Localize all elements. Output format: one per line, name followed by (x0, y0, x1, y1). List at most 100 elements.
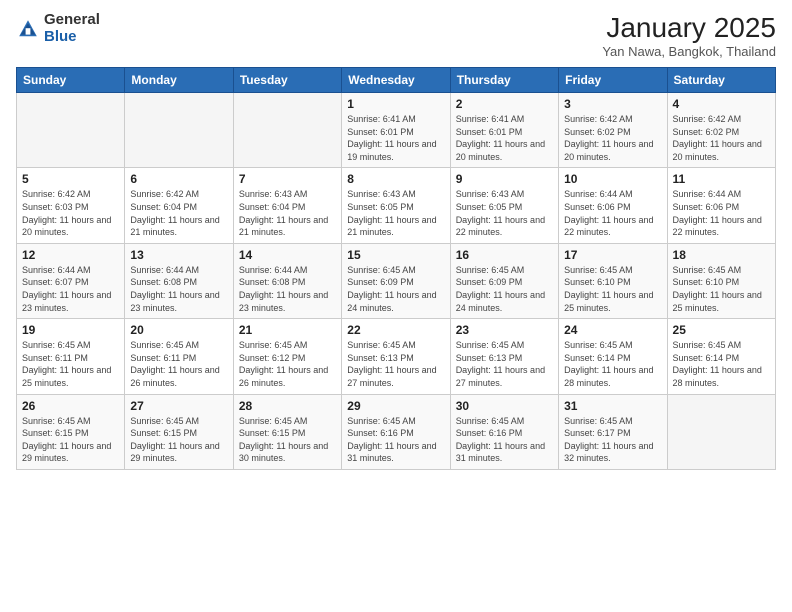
day-detail: Sunrise: 6:44 AM Sunset: 6:08 PM Dayligh… (239, 264, 336, 314)
logo-general-text: General (44, 12, 100, 29)
title-location: Yan Nawa, Bangkok, Thailand (602, 44, 776, 59)
day-detail: Sunrise: 6:45 AM Sunset: 6:10 PM Dayligh… (564, 264, 661, 314)
day-detail: Sunrise: 6:43 AM Sunset: 6:04 PM Dayligh… (239, 188, 336, 238)
calendar-cell: 26 Sunrise: 6:45 AM Sunset: 6:15 PM Dayli… (17, 394, 125, 469)
calendar-cell (125, 93, 233, 168)
calendar-week-5: 26 Sunrise: 6:45 AM Sunset: 6:15 PM Dayli… (17, 394, 776, 469)
calendar-cell: 2 Sunrise: 6:41 AM Sunset: 6:01 PM Daylig… (450, 93, 558, 168)
day-detail: Sunrise: 6:45 AM Sunset: 6:09 PM Dayligh… (347, 264, 444, 314)
day-number: 6 (130, 172, 227, 186)
day-detail: Sunrise: 6:45 AM Sunset: 6:15 PM Dayligh… (22, 415, 119, 465)
day-detail: Sunrise: 6:44 AM Sunset: 6:07 PM Dayligh… (22, 264, 119, 314)
day-number: 19 (22, 323, 119, 337)
day-number: 25 (673, 323, 770, 337)
calendar-cell: 1 Sunrise: 6:41 AM Sunset: 6:01 PM Daylig… (342, 93, 450, 168)
day-number: 4 (673, 97, 770, 111)
calendar-table: SundayMondayTuesdayWednesdayThursdayFrid… (16, 67, 776, 470)
day-detail: Sunrise: 6:42 AM Sunset: 6:02 PM Dayligh… (673, 113, 770, 163)
weekday-header-monday: Monday (125, 68, 233, 93)
weekday-header-tuesday: Tuesday (233, 68, 341, 93)
calendar-cell: 8 Sunrise: 6:43 AM Sunset: 6:05 PM Daylig… (342, 168, 450, 243)
day-detail: Sunrise: 6:45 AM Sunset: 6:13 PM Dayligh… (456, 339, 553, 389)
day-number: 28 (239, 399, 336, 413)
day-detail: Sunrise: 6:45 AM Sunset: 6:11 PM Dayligh… (130, 339, 227, 389)
calendar-cell: 7 Sunrise: 6:43 AM Sunset: 6:04 PM Daylig… (233, 168, 341, 243)
day-number: 8 (347, 172, 444, 186)
day-detail: Sunrise: 6:45 AM Sunset: 6:11 PM Dayligh… (22, 339, 119, 389)
logo-text: General Blue (44, 12, 100, 45)
day-detail: Sunrise: 6:45 AM Sunset: 6:12 PM Dayligh… (239, 339, 336, 389)
calendar-cell: 11 Sunrise: 6:44 AM Sunset: 6:06 PM Dayli… (667, 168, 775, 243)
calendar-cell: 31 Sunrise: 6:45 AM Sunset: 6:17 PM Dayli… (559, 394, 667, 469)
calendar-cell: 14 Sunrise: 6:44 AM Sunset: 6:08 PM Dayli… (233, 243, 341, 318)
calendar-week-3: 12Sunrise: 6:44 AM Sunset: 6:07 PM Dayli… (17, 243, 776, 318)
calendar-cell: 30 Sunrise: 6:45 AM Sunset: 6:16 PM Dayli… (450, 394, 558, 469)
day-number: 30 (456, 399, 553, 413)
weekday-header-saturday: Saturday (667, 68, 775, 93)
calendar-cell: 12Sunrise: 6:44 AM Sunset: 6:07 PM Dayli… (17, 243, 125, 318)
day-number: 2 (456, 97, 553, 111)
day-number: 20 (130, 323, 227, 337)
day-number: 10 (564, 172, 661, 186)
day-detail: Sunrise: 6:45 AM Sunset: 6:15 PM Dayligh… (239, 415, 336, 465)
day-detail: Sunrise: 6:44 AM Sunset: 6:06 PM Dayligh… (564, 188, 661, 238)
day-number: 5 (22, 172, 119, 186)
calendar-cell: 17Sunrise: 6:45 AM Sunset: 6:10 PM Dayli… (559, 243, 667, 318)
calendar-cell: 23 Sunrise: 6:45 AM Sunset: 6:13 PM Dayli… (450, 319, 558, 394)
calendar-cell: 10 Sunrise: 6:44 AM Sunset: 6:06 PM Dayli… (559, 168, 667, 243)
day-detail: Sunrise: 6:41 AM Sunset: 6:01 PM Dayligh… (347, 113, 444, 163)
day-detail: Sunrise: 6:43 AM Sunset: 6:05 PM Dayligh… (456, 188, 553, 238)
day-number: 1 (347, 97, 444, 111)
calendar-cell: 24Sunrise: 6:45 AM Sunset: 6:14 PM Dayli… (559, 319, 667, 394)
logo-blue-text: Blue (44, 29, 100, 46)
day-detail: Sunrise: 6:45 AM Sunset: 6:16 PM Dayligh… (456, 415, 553, 465)
day-detail: Sunrise: 6:44 AM Sunset: 6:06 PM Dayligh… (673, 188, 770, 238)
calendar-cell: 28 Sunrise: 6:45 AM Sunset: 6:15 PM Dayli… (233, 394, 341, 469)
day-number: 27 (130, 399, 227, 413)
day-detail: Sunrise: 6:45 AM Sunset: 6:10 PM Dayligh… (673, 264, 770, 314)
day-number: 13 (130, 248, 227, 262)
calendar-cell: 6 Sunrise: 6:42 AM Sunset: 6:04 PM Daylig… (125, 168, 233, 243)
title-month: January 2025 (602, 12, 776, 44)
day-number: 26 (22, 399, 119, 413)
day-number: 22 (347, 323, 444, 337)
day-detail: Sunrise: 6:41 AM Sunset: 6:01 PM Dayligh… (456, 113, 553, 163)
day-detail: Sunrise: 6:44 AM Sunset: 6:08 PM Dayligh… (130, 264, 227, 314)
calendar-week-4: 19 Sunrise: 6:45 AM Sunset: 6:11 PM Dayli… (17, 319, 776, 394)
day-detail: Sunrise: 6:43 AM Sunset: 6:05 PM Dayligh… (347, 188, 444, 238)
day-number: 3 (564, 97, 661, 111)
day-detail: Sunrise: 6:45 AM Sunset: 6:14 PM Dayligh… (564, 339, 661, 389)
calendar-cell: 9Sunrise: 6:43 AM Sunset: 6:05 PM Daylig… (450, 168, 558, 243)
day-detail: Sunrise: 6:42 AM Sunset: 6:03 PM Dayligh… (22, 188, 119, 238)
day-detail: Sunrise: 6:45 AM Sunset: 6:17 PM Dayligh… (564, 415, 661, 465)
day-number: 21 (239, 323, 336, 337)
day-number: 31 (564, 399, 661, 413)
day-number: 23 (456, 323, 553, 337)
header: General Blue January 2025 Yan Nawa, Bang… (16, 12, 776, 59)
page: General Blue January 2025 Yan Nawa, Bang… (0, 0, 792, 612)
weekday-header-sunday: Sunday (17, 68, 125, 93)
day-number: 7 (239, 172, 336, 186)
weekday-row: SundayMondayTuesdayWednesdayThursdayFrid… (17, 68, 776, 93)
calendar-cell: 19 Sunrise: 6:45 AM Sunset: 6:11 PM Dayli… (17, 319, 125, 394)
day-detail: Sunrise: 6:45 AM Sunset: 6:13 PM Dayligh… (347, 339, 444, 389)
day-detail: Sunrise: 6:45 AM Sunset: 6:09 PM Dayligh… (456, 264, 553, 314)
day-number: 18 (673, 248, 770, 262)
calendar-header: SundayMondayTuesdayWednesdayThursdayFrid… (17, 68, 776, 93)
day-detail: Sunrise: 6:42 AM Sunset: 6:04 PM Dayligh… (130, 188, 227, 238)
day-number: 14 (239, 248, 336, 262)
day-detail: Sunrise: 6:42 AM Sunset: 6:02 PM Dayligh… (564, 113, 661, 163)
day-number: 11 (673, 172, 770, 186)
day-number: 29 (347, 399, 444, 413)
calendar-cell: 3 Sunrise: 6:42 AM Sunset: 6:02 PM Daylig… (559, 93, 667, 168)
calendar-cell: 15Sunrise: 6:45 AM Sunset: 6:09 PM Dayli… (342, 243, 450, 318)
calendar-body: 1 Sunrise: 6:41 AM Sunset: 6:01 PM Daylig… (17, 93, 776, 470)
calendar-cell: 13 Sunrise: 6:44 AM Sunset: 6:08 PM Dayli… (125, 243, 233, 318)
calendar-cell: 29Sunrise: 6:45 AM Sunset: 6:16 PM Dayli… (342, 394, 450, 469)
day-detail: Sunrise: 6:45 AM Sunset: 6:15 PM Dayligh… (130, 415, 227, 465)
calendar-cell: 18 Sunrise: 6:45 AM Sunset: 6:10 PM Dayli… (667, 243, 775, 318)
calendar-cell: 4 Sunrise: 6:42 AM Sunset: 6:02 PM Daylig… (667, 93, 775, 168)
title-block: January 2025 Yan Nawa, Bangkok, Thailand (602, 12, 776, 59)
calendar-cell (17, 93, 125, 168)
day-number: 16 (456, 248, 553, 262)
